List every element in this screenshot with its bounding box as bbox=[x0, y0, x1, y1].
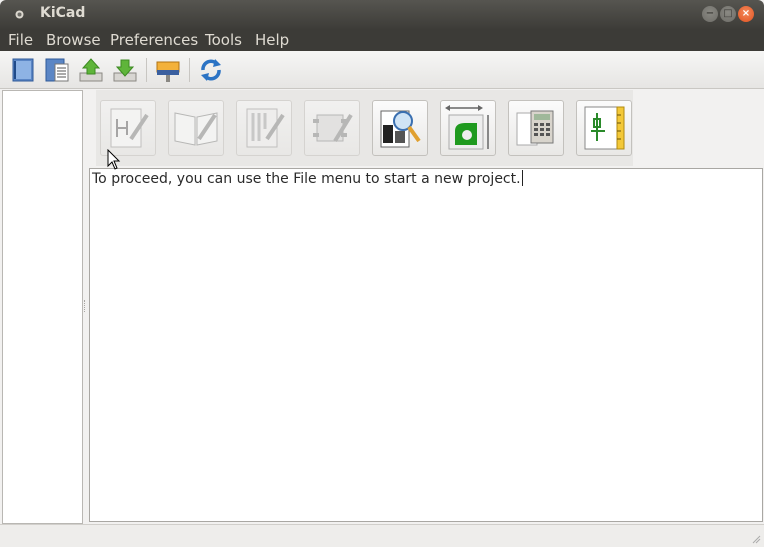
text-caret bbox=[521, 170, 523, 186]
gerber-viewer-icon bbox=[380, 110, 421, 148]
schematic-library-editor-button[interactable] bbox=[168, 100, 224, 156]
message-text: To proceed, you can use the File menu to… bbox=[92, 171, 521, 187]
toolbar-separator bbox=[189, 58, 190, 82]
archive-project-icon[interactable] bbox=[154, 56, 182, 84]
worksheet-editor-icon bbox=[584, 106, 625, 150]
message-line: To proceed, you can use the File menu to… bbox=[92, 170, 523, 187]
toolbar-separator bbox=[146, 58, 147, 82]
menu-bar: File Browse Preferences Tools Help bbox=[0, 29, 764, 51]
new-project-icon[interactable] bbox=[9, 56, 37, 84]
footprint-editor-icon bbox=[313, 113, 353, 143]
schematic-editor-button[interactable] bbox=[100, 100, 156, 156]
menu-file[interactable]: File bbox=[8, 31, 33, 49]
pcb-editor-icon bbox=[246, 108, 285, 148]
new-project-from-template-icon[interactable] bbox=[43, 56, 71, 84]
message-panel[interactable]: To proceed, you can use the File menu to… bbox=[89, 168, 763, 522]
app-icon bbox=[15, 10, 24, 19]
menu-preferences[interactable]: Preferences bbox=[110, 31, 198, 49]
footprint-editor-button[interactable] bbox=[304, 100, 360, 156]
menu-browse[interactable]: Browse bbox=[46, 31, 101, 49]
panel-splitter[interactable] bbox=[84, 300, 88, 312]
menu-help[interactable]: Help bbox=[255, 31, 289, 49]
project-tree[interactable] bbox=[2, 90, 83, 524]
bitmap-converter-icon bbox=[445, 105, 489, 150]
refresh-icon[interactable] bbox=[197, 56, 225, 84]
close-icon[interactable]: × bbox=[738, 6, 754, 22]
schematic-library-editor-icon bbox=[174, 112, 218, 146]
status-bar bbox=[0, 524, 764, 547]
gerber-viewer-button[interactable] bbox=[372, 100, 428, 156]
bitmap-converter-button[interactable] bbox=[440, 100, 496, 156]
pcb-editor-button[interactable] bbox=[236, 100, 292, 156]
pcb-calculator-icon bbox=[516, 110, 554, 146]
menu-tools[interactable]: Tools bbox=[205, 31, 242, 49]
worksheet-editor-button[interactable] bbox=[576, 100, 632, 156]
minimize-icon[interactable]: − bbox=[702, 6, 718, 22]
toolbar bbox=[0, 51, 764, 89]
mouse-pointer-icon bbox=[107, 149, 121, 170]
maximize-icon[interactable]: □ bbox=[720, 6, 736, 22]
open-project-icon[interactable] bbox=[77, 56, 105, 84]
schematic-editor-icon bbox=[110, 108, 149, 148]
title-bar: KiCad − □ × bbox=[0, 0, 764, 29]
resize-grip-icon[interactable] bbox=[751, 534, 761, 544]
window-title: KiCad bbox=[40, 5, 86, 21]
pcb-calculator-button[interactable] bbox=[508, 100, 564, 156]
save-project-icon[interactable] bbox=[111, 56, 139, 84]
launcher-bar bbox=[96, 90, 633, 166]
